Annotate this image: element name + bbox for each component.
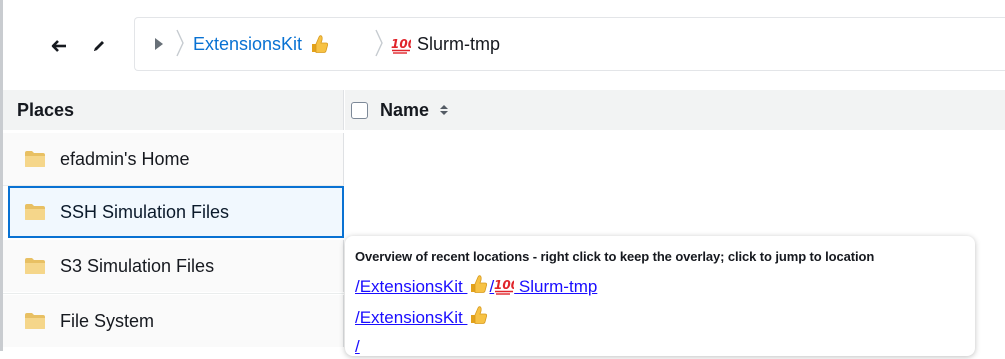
breadcrumb-item-extensionskit[interactable]: ExtensionsKit <box>193 31 330 57</box>
place-item-s3-simulation-files[interactable]: S3 Simulation Files <box>3 240 344 292</box>
edit-path-button[interactable] <box>86 33 112 59</box>
breadcrumb-separator <box>374 28 384 63</box>
thumbs-up-emoji-icon <box>471 275 488 293</box>
breadcrumb: ExtensionsKit 100 Slurm-tmp <box>134 17 1005 71</box>
name-column-header[interactable]: Name <box>380 100 429 121</box>
breadcrumb-item-slurm-tmp[interactable]: 100 Slurm-tmp <box>391 31 500 57</box>
thumbs-up-emoji-icon <box>312 35 329 53</box>
folder-icon <box>25 258 45 274</box>
toolbar: ExtensionsKit 100 Slurm-tmp <box>3 0 1005 90</box>
back-button[interactable] <box>46 33 72 59</box>
breadcrumb-item-label: Slurm-tmp <box>417 34 501 54</box>
recent-location-link[interactable]: / <box>355 335 975 359</box>
place-item-label: SSH Simulation Files <box>60 201 230 222</box>
hundred-points-emoji-icon: 100 <box>494 278 514 295</box>
recent-location-link[interactable]: /ExtensionsKit <box>355 304 975 330</box>
select-all-checkbox[interactable] <box>351 101 368 119</box>
triangle-right-icon <box>155 38 163 50</box>
place-item-efadmin-home[interactable]: efadmin's Home <box>3 133 344 185</box>
pencil-icon <box>94 41 104 51</box>
folder-icon <box>25 313 45 329</box>
files-table-header: Name <box>345 90 1005 130</box>
recent-location-segment: Slurm-tmp <box>514 277 598 296</box>
place-item-file-system[interactable]: File System <box>3 295 344 347</box>
svg-text:100: 100 <box>494 278 514 292</box>
recent-location-segment: /ExtensionsKit <box>355 277 468 296</box>
recent-locations-overlay[interactable]: Overview of recent locations - right cli… <box>345 236 975 356</box>
folder-icon <box>25 151 45 167</box>
hundred-points-emoji-icon: 100 <box>391 37 411 54</box>
recent-location-segment: /ExtensionsKit <box>355 308 468 327</box>
svg-text:100: 100 <box>391 37 411 51</box>
recent-location-segment: / <box>355 337 360 356</box>
place-item-label: File System <box>60 310 155 331</box>
place-item-label: efadmin's Home <box>60 148 190 169</box>
folder-icon <box>25 204 45 220</box>
place-item-label: S3 Simulation Files <box>60 255 215 276</box>
recent-location-link[interactable]: /ExtensionsKit / 100 Slurm-tmp <box>355 273 975 299</box>
arrow-left-icon <box>51 40 66 52</box>
places-header: Places <box>3 90 344 130</box>
breadcrumb-separator <box>175 28 185 63</box>
expand-breadcrumb-button[interactable] <box>153 36 165 57</box>
thumbs-up-emoji-icon <box>471 306 488 324</box>
place-item-ssh-simulation-files[interactable]: SSH Simulation Files <box>8 186 344 238</box>
sort-icon[interactable] <box>439 103 449 117</box>
row-divider <box>3 293 344 294</box>
breadcrumb-item-label: ExtensionsKit <box>193 34 303 54</box>
overlay-title: Overview of recent locations - right cli… <box>355 249 875 264</box>
